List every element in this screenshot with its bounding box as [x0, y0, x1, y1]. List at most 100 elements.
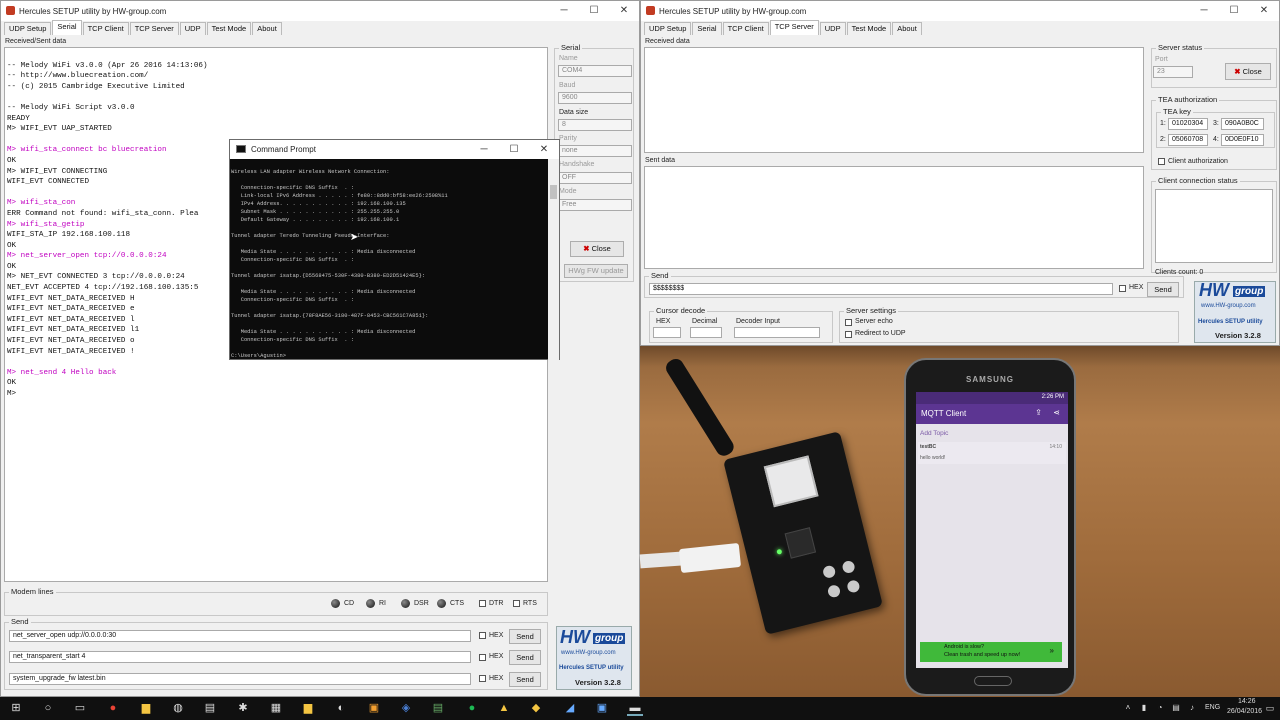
tab-udp-setup[interactable]: UDP Setup	[4, 22, 52, 35]
cmd-minimize-icon[interactable]: ─	[469, 140, 499, 159]
tab-serial[interactable]: Serial	[52, 20, 82, 35]
parity-select[interactable]: none	[558, 145, 632, 157]
chrome-icon[interactable]: ●	[105, 700, 121, 716]
client-list[interactable]	[1155, 189, 1273, 263]
dtr-checkbox[interactable]	[479, 600, 486, 607]
tab-about[interactable]: About	[252, 22, 282, 35]
hex-checkbox-3[interactable]	[479, 675, 486, 682]
cmd-title-bar[interactable]: Command Prompt ─ ☐ ✕	[230, 140, 559, 159]
send-button[interactable]: Send	[1147, 282, 1179, 297]
cmd-output[interactable]: Wireless LAN adapter Wireless Network Co…	[231, 168, 547, 358]
close-icon[interactable]: ✕	[1249, 1, 1279, 21]
tab-serial[interactable]: Serial	[692, 22, 722, 35]
hex-checkbox[interactable]	[1119, 285, 1126, 292]
volume-icon[interactable]: ♪	[1184, 700, 1200, 716]
share-icon[interactable]: ⋖	[1053, 408, 1060, 417]
tab-about[interactable]: About	[892, 22, 922, 35]
network-icon[interactable]: ▤	[1168, 700, 1184, 716]
tab-udp-setup[interactable]: UDP Setup	[644, 22, 692, 35]
app-icon-6[interactable]: ✱	[235, 700, 251, 716]
tea-key-2[interactable]: 05060708	[1168, 134, 1208, 146]
app-icon-15[interactable]: ◆	[528, 700, 544, 716]
app-icon-14[interactable]: ▲	[496, 700, 512, 716]
handshake-select[interactable]: OFF	[558, 172, 632, 184]
file-explorer-icon[interactable]: ▆	[138, 700, 154, 716]
spotify-icon[interactable]: ●	[464, 700, 480, 716]
decoder-input-field[interactable]	[734, 327, 820, 338]
cmd-maximize-icon[interactable]: ☐	[499, 140, 529, 159]
app-icon-16[interactable]: ◢	[562, 700, 578, 716]
server-echo-checkbox[interactable]	[845, 319, 852, 326]
send-input-2[interactable]: net_transparent_start 4	[9, 651, 471, 663]
app-icon-8[interactable]: ▆	[300, 700, 316, 716]
send-button-2[interactable]: Send	[509, 650, 541, 665]
cursor-dec-field[interactable]	[690, 327, 722, 338]
app-icon-11[interactable]: ◈	[398, 700, 414, 716]
tab-udp[interactable]: UDP	[819, 22, 846, 35]
app-icon-12[interactable]: ▤	[430, 700, 446, 716]
port-input[interactable]: 23	[1153, 66, 1193, 78]
tab-tcp-server[interactable]: TCP Server	[769, 20, 819, 35]
add-topic-link[interactable]: Add Topic	[920, 430, 948, 437]
tray-chevron-icon[interactable]: ˄	[1120, 700, 1136, 716]
redirect-udp-checkbox[interactable]	[845, 331, 852, 338]
tray-icon-2[interactable]: ◔	[1152, 700, 1168, 716]
send-input[interactable]: $$$$$$$$	[649, 283, 1113, 295]
title-bar[interactable]: Hercules SETUP utility by HW-group.com ─…	[641, 1, 1279, 21]
tab-test-mode[interactable]: Test Mode	[206, 22, 252, 35]
received-data-box[interactable]	[644, 47, 1144, 153]
cursor-hex-field[interactable]	[653, 327, 681, 338]
server-close-button[interactable]: ✖ Close	[1225, 63, 1271, 80]
clock-time[interactable]: 14:26	[1238, 698, 1256, 705]
upload-icon[interactable]: ⇪	[1035, 408, 1042, 417]
tea-key-4[interactable]: 0D0E0F10	[1221, 134, 1264, 146]
command-prompt-icon[interactable]: ▬	[627, 700, 643, 716]
port-name-select[interactable]: COM4	[558, 65, 632, 77]
app-icon-17[interactable]: ▣	[594, 700, 610, 716]
tray-icon-1[interactable]: ▮	[1136, 700, 1152, 716]
baud-select[interactable]: 9600	[558, 92, 632, 104]
tab-tcp-server[interactable]: TCP Server	[129, 22, 179, 35]
cmd-close-icon[interactable]: ✕	[529, 140, 559, 159]
tab-test-mode[interactable]: Test Mode	[846, 22, 892, 35]
maximize-icon[interactable]: ☐	[1219, 1, 1249, 21]
data-size-select[interactable]: 8	[558, 119, 632, 131]
calculator-icon[interactable]: ▦	[268, 700, 284, 716]
send-input-1[interactable]: net_server_open udp://0.0.0.0:30	[9, 630, 471, 642]
task-view-icon[interactable]: ▭	[72, 700, 88, 716]
tea-key-1[interactable]: 01020304	[1168, 118, 1208, 130]
tab-tcp-client[interactable]: TCP Client	[722, 22, 769, 35]
mode-select[interactable]: Free	[558, 199, 632, 211]
maximize-icon[interactable]: ☐	[579, 1, 609, 21]
notifications-icon[interactable]: ▭	[1262, 700, 1278, 716]
app-icon-5[interactable]: ▤	[202, 700, 218, 716]
search-icon[interactable]: ○	[40, 700, 56, 716]
minimize-icon[interactable]: ─	[549, 1, 579, 21]
close-port-button[interactable]: ✖ Close	[570, 241, 624, 257]
title-bar[interactable]: Hercules SETUP utility by HW-group.com ─…	[1, 1, 639, 21]
tab-tcp-client[interactable]: TCP Client	[82, 22, 129, 35]
close-icon[interactable]: ✕	[609, 1, 639, 21]
fw-update-button[interactable]: HWg FW update	[564, 264, 628, 278]
send-button-3[interactable]: Send	[509, 672, 541, 687]
app-icon-4[interactable]: ◍	[170, 700, 186, 716]
start-icon[interactable]: ⊞	[8, 700, 24, 716]
message-item[interactable]: testBC 14:10 hello world!	[918, 442, 1066, 464]
clock-date[interactable]: 26/04/2016	[1227, 708, 1262, 715]
tea-key-3[interactable]: 090A0B0C	[1221, 118, 1264, 130]
hex-checkbox-1[interactable]	[479, 632, 486, 639]
send-input-3[interactable]: system_upgrade_fw latest.bin	[9, 673, 471, 685]
app-icon-10[interactable]: ▣	[366, 700, 382, 716]
language-label[interactable]: ENG	[1205, 704, 1220, 711]
send-button-1[interactable]: Send	[509, 629, 541, 644]
rts-checkbox[interactable]	[513, 600, 520, 607]
sent-data-box[interactable]	[644, 166, 1144, 269]
client-auth-checkbox[interactable]	[1158, 158, 1165, 165]
minimize-icon[interactable]: ─	[1189, 1, 1219, 21]
hex-checkbox-2[interactable]	[479, 654, 486, 661]
app-icon-9[interactable]: ◐	[333, 700, 349, 716]
cmd-scrollbar[interactable]	[548, 159, 559, 360]
cmd-scroll-thumb[interactable]	[550, 185, 557, 199]
ad-banner[interactable]: Android is slow? Clean trash and speed u…	[920, 642, 1062, 662]
tab-udp[interactable]: UDP	[179, 22, 206, 35]
